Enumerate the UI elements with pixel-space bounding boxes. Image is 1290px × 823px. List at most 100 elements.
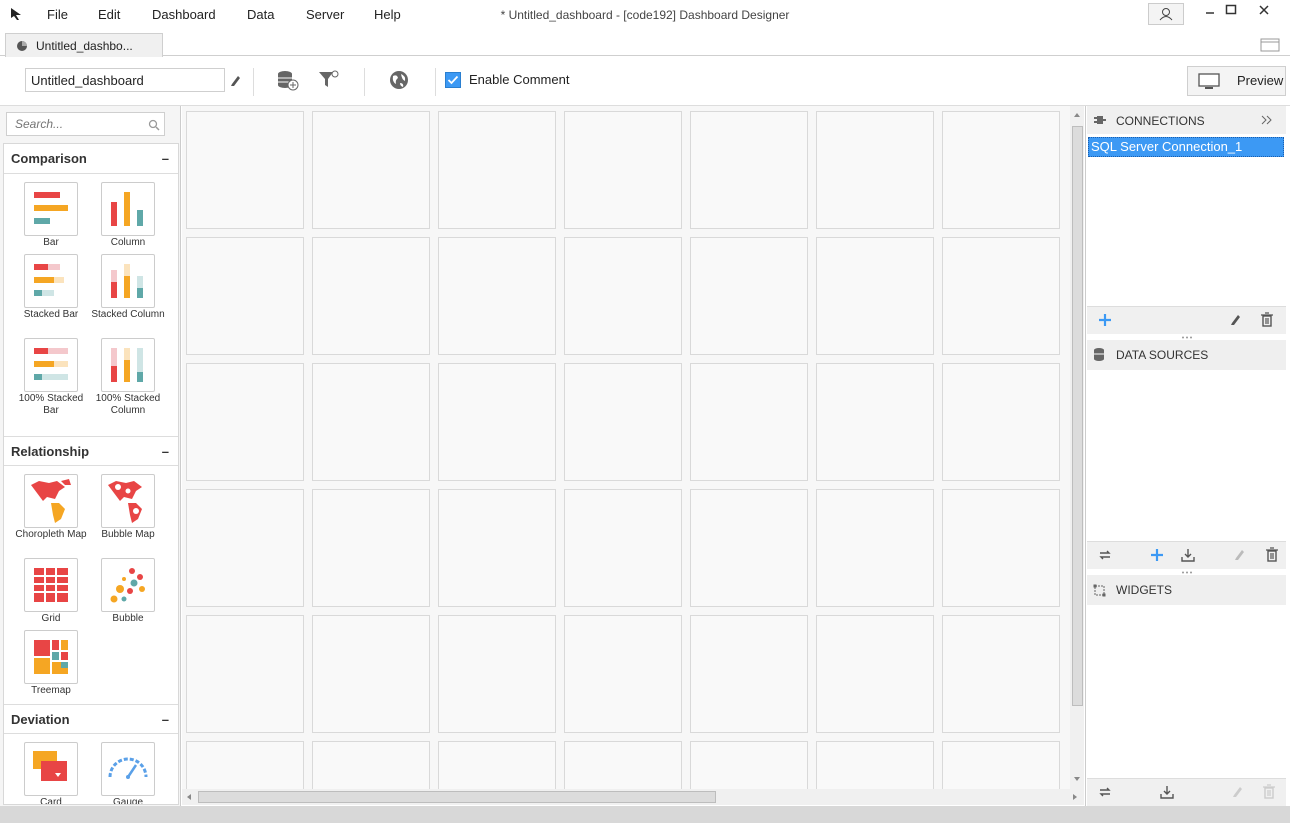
widget-bubble[interactable] bbox=[101, 558, 155, 612]
widget-100-stacked-bar[interactable] bbox=[24, 338, 78, 392]
widget-card[interactable] bbox=[24, 742, 78, 796]
widget-100-stacked-column[interactable] bbox=[101, 338, 155, 392]
canvas-grid-cell[interactable] bbox=[438, 615, 556, 733]
canvas-grid-cell[interactable] bbox=[312, 489, 430, 607]
canvas-grid-cell[interactable] bbox=[690, 741, 808, 789]
widget-treemap[interactable] bbox=[24, 630, 78, 684]
widget-frame-icon bbox=[1093, 584, 1106, 597]
scroll-right-arrow-icon[interactable] bbox=[1072, 793, 1078, 801]
splitter-grip-icon[interactable] bbox=[1181, 571, 1193, 574]
edit-widget-icon[interactable] bbox=[1231, 784, 1245, 798]
widget-stacked-column[interactable] bbox=[101, 254, 155, 308]
canvas-grid-cell[interactable] bbox=[438, 237, 556, 355]
canvas-grid-cell[interactable] bbox=[564, 489, 682, 607]
canvas-grid-cell[interactable] bbox=[690, 363, 808, 481]
preview-button[interactable]: Preview bbox=[1187, 66, 1286, 96]
canvas-grid-cell[interactable] bbox=[438, 363, 556, 481]
scroll-down-arrow-icon[interactable] bbox=[1073, 776, 1081, 782]
canvas-grid-cell[interactable] bbox=[942, 741, 1060, 789]
edit-connection-icon[interactable] bbox=[1229, 312, 1243, 326]
edit-datasource-icon[interactable] bbox=[1233, 547, 1247, 561]
canvas-grid-cell[interactable] bbox=[690, 489, 808, 607]
refresh-icon[interactable] bbox=[1098, 785, 1112, 799]
add-connection-icon[interactable] bbox=[1098, 313, 1112, 327]
canvas-grid-cell[interactable] bbox=[312, 741, 430, 789]
document-tab[interactable]: Untitled_dashbo... bbox=[5, 33, 163, 57]
category-title: Relationship bbox=[11, 444, 90, 459]
refresh-icon[interactable] bbox=[1098, 548, 1112, 562]
edit-pencil-icon[interactable] bbox=[229, 73, 243, 87]
widget-gauge[interactable] bbox=[101, 742, 155, 796]
canvas-grid-cell[interactable] bbox=[564, 741, 682, 789]
canvas-grid-cell[interactable] bbox=[186, 237, 304, 355]
canvas-grid-cell[interactable] bbox=[942, 363, 1060, 481]
scroll-up-arrow-icon[interactable] bbox=[1073, 112, 1081, 118]
dashboard-name-input[interactable] bbox=[25, 68, 225, 92]
dashboard-canvas[interactable] bbox=[182, 106, 1070, 789]
canvas-grid-cell[interactable] bbox=[942, 237, 1060, 355]
filter-icon[interactable] bbox=[318, 70, 340, 90]
canvas-grid-cell[interactable] bbox=[816, 489, 934, 607]
canvas-grid-cell[interactable] bbox=[942, 111, 1060, 229]
delete-connection-icon[interactable] bbox=[1260, 312, 1274, 327]
widget-bar[interactable] bbox=[24, 182, 78, 236]
canvas-grid-cell[interactable] bbox=[564, 111, 682, 229]
canvas-grid-cell[interactable] bbox=[942, 615, 1060, 733]
toolbar-divider bbox=[253, 68, 254, 96]
splitter-grip-icon[interactable] bbox=[1181, 336, 1193, 339]
canvas-grid-cell[interactable] bbox=[690, 237, 808, 355]
enable-comment-checkbox[interactable] bbox=[445, 72, 461, 88]
close-window-button[interactable] bbox=[1250, 0, 1278, 24]
canvas-grid-cell[interactable] bbox=[816, 237, 934, 355]
canvas-grid-cell[interactable] bbox=[816, 363, 934, 481]
canvas-horizontal-scroll-thumb[interactable] bbox=[198, 791, 716, 803]
widget-bubble-map[interactable] bbox=[101, 474, 155, 528]
canvas-vertical-scroll-thumb[interactable] bbox=[1072, 126, 1083, 706]
widget-search-input[interactable] bbox=[6, 112, 165, 136]
canvas-grid-cell[interactable] bbox=[816, 111, 934, 229]
import-icon[interactable] bbox=[1160, 785, 1174, 799]
import-icon[interactable] bbox=[1181, 548, 1195, 562]
widget-grid[interactable] bbox=[24, 558, 78, 612]
canvas-grid-cell[interactable] bbox=[690, 111, 808, 229]
canvas-grid-cell[interactable] bbox=[186, 489, 304, 607]
canvas-grid-cell[interactable] bbox=[816, 741, 934, 789]
globe-icon[interactable] bbox=[389, 70, 409, 90]
canvas-grid-cell[interactable] bbox=[186, 111, 304, 229]
canvas-grid-cell[interactable] bbox=[186, 741, 304, 789]
add-datasource-icon[interactable] bbox=[276, 70, 300, 92]
category-relationship[interactable]: Relationship – bbox=[4, 436, 178, 466]
user-account-button[interactable] bbox=[1148, 3, 1184, 25]
scroll-left-arrow-icon[interactable] bbox=[186, 793, 192, 801]
canvas-grid-cell[interactable] bbox=[816, 615, 934, 733]
maximize-button[interactable] bbox=[1217, 0, 1245, 24]
delete-widget-icon[interactable] bbox=[1262, 784, 1276, 799]
collapse-panel-icon[interactable] bbox=[1261, 115, 1273, 125]
canvas-grid-cell[interactable] bbox=[186, 363, 304, 481]
canvas-grid-cell[interactable] bbox=[312, 237, 430, 355]
canvas-grid-cell[interactable] bbox=[690, 615, 808, 733]
widget-stacked-bar[interactable] bbox=[24, 254, 78, 308]
category-deviation[interactable]: Deviation – bbox=[4, 704, 178, 734]
delete-datasource-icon[interactable] bbox=[1265, 547, 1279, 562]
collapse-icon[interactable]: – bbox=[162, 144, 169, 174]
canvas-grid-cell[interactable] bbox=[438, 489, 556, 607]
connection-item[interactable]: SQL Server Connection_1 bbox=[1088, 137, 1284, 157]
canvas-grid-cell[interactable] bbox=[438, 741, 556, 789]
canvas-grid-cell[interactable] bbox=[564, 237, 682, 355]
canvas-grid-cell[interactable] bbox=[312, 615, 430, 733]
canvas-grid-cell[interactable] bbox=[564, 363, 682, 481]
canvas-grid-cell[interactable] bbox=[186, 615, 304, 733]
widget-column[interactable] bbox=[101, 182, 155, 236]
canvas-grid-cell[interactable] bbox=[312, 111, 430, 229]
canvas-grid-cell[interactable] bbox=[942, 489, 1060, 607]
window-layout-icon[interactable] bbox=[1260, 38, 1280, 52]
canvas-grid-cell[interactable] bbox=[564, 615, 682, 733]
widget-choropleth-map[interactable] bbox=[24, 474, 78, 528]
collapse-icon[interactable]: – bbox=[162, 705, 169, 735]
category-comparison[interactable]: Comparison – bbox=[4, 144, 178, 174]
canvas-grid-cell[interactable] bbox=[312, 363, 430, 481]
collapse-icon[interactable]: – bbox=[162, 437, 169, 467]
add-datasource-plus-icon[interactable] bbox=[1150, 548, 1164, 562]
canvas-grid-cell[interactable] bbox=[438, 111, 556, 229]
